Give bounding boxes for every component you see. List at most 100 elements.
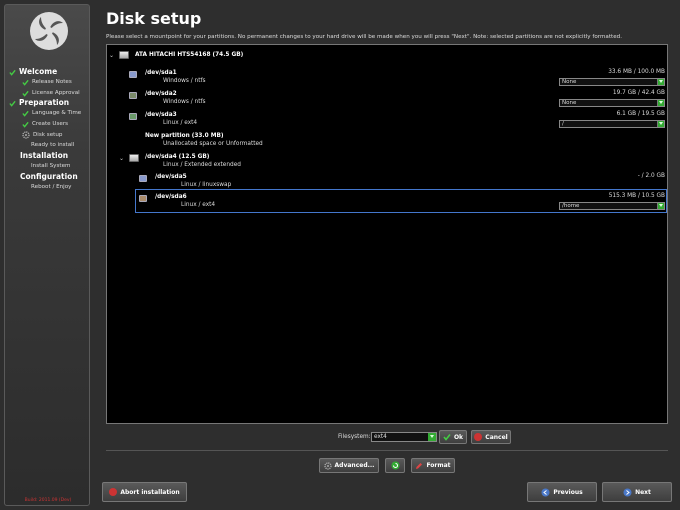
partition-size: - / 2.0 GB	[637, 173, 665, 179]
cancel-icon	[474, 433, 483, 441]
partition-name: /dev/sda4 (12.5 GB)	[145, 154, 210, 160]
step-ready-to-install: Ready to install	[5, 140, 91, 151]
partition-row[interactable]: /dev/sda5 Linux / linuxswap - / 2.0 GB	[107, 171, 667, 191]
partition-name: /dev/sda2	[145, 91, 177, 97]
pencil-icon	[416, 462, 423, 469]
partition-fs: Unallocated space or Unformatted	[163, 141, 263, 147]
next-label: Next	[635, 488, 651, 496]
refresh-icon	[391, 461, 399, 470]
steps-list: Welcome Release Notes License Approval P…	[5, 67, 91, 193]
step-installation: Installation	[5, 151, 91, 161]
partition-fs: Windows / ntfs	[163, 78, 206, 84]
step-label: Create Users	[32, 121, 69, 128]
partition-size: 33.6 MB / 100.0 MB	[608, 69, 665, 75]
step-label: Language & Time	[32, 110, 82, 117]
step-preparation: Preparation	[5, 98, 91, 108]
step-install-system: Install System	[5, 161, 91, 172]
partition-row-selected[interactable]: /dev/sda6 Linux / ext4 515.3 MB / 10.5 G…	[107, 191, 667, 211]
partition-icon	[129, 92, 137, 99]
check-icon	[9, 100, 16, 107]
separator	[106, 450, 668, 451]
previous-button[interactable]: Previous	[527, 482, 597, 502]
check-icon	[22, 79, 29, 86]
partition-size: 6.1 GB / 19.5 GB	[616, 111, 665, 117]
gear-icon	[323, 461, 332, 470]
step-label: Preparation	[19, 98, 70, 108]
mountpoint-value: /	[562, 121, 564, 127]
page-subtitle: Please select a mountpoint for your part…	[106, 34, 622, 40]
partition-fs: Windows / ntfs	[163, 99, 206, 105]
partition-row[interactable]: New partition (33.0 MB) Unallocated spac…	[107, 130, 667, 150]
format-button[interactable]: Format	[411, 458, 455, 473]
mountpoint-select[interactable]: /	[559, 120, 665, 128]
mountpoint-select[interactable]: /home	[559, 202, 665, 210]
partition-icon	[129, 113, 137, 120]
partition-name: New partition (33.0 MB)	[145, 133, 224, 139]
step-label: Release Notes	[32, 79, 72, 85]
partition-row[interactable]: /dev/sda1 Windows / ntfs 33.6 MB / 100.0…	[107, 67, 667, 87]
partition-fs: Linux / ext4	[181, 202, 216, 208]
chevron-down-icon[interactable]	[657, 203, 664, 209]
partition-row[interactable]: /dev/sda2 Windows / ntfs 19.7 GB / 42.4 …	[107, 88, 667, 108]
format-label: Format	[426, 462, 451, 469]
expander-icon[interactable]: ⌄	[119, 155, 124, 162]
previous-label: Previous	[553, 488, 583, 496]
check-icon	[22, 111, 29, 118]
step-label: Configuration	[20, 171, 78, 181]
partition-icon	[129, 71, 137, 78]
step-label: Welcome	[19, 67, 58, 76]
next-button[interactable]: Next	[602, 482, 672, 502]
mountpoint-value: None	[562, 79, 577, 85]
mountpoint-select[interactable]: None	[559, 78, 665, 86]
ok-button[interactable]: Ok	[439, 430, 467, 444]
advanced-button[interactable]: Advanced...	[319, 458, 379, 473]
step-license-approval: License Approval	[5, 88, 91, 99]
partition-fs: Linux / linuxswap	[181, 182, 232, 188]
step-create-users: Create Users	[5, 119, 91, 130]
disk-row[interactable]: ⌄ ATA HITACHI HTS54168 (74.5 GB)	[107, 49, 667, 61]
partition-fs: Linux / ext4	[163, 120, 198, 126]
harddisk-icon	[129, 154, 139, 162]
step-disk-setup: Disk setup	[5, 130, 91, 141]
disk-name: ATA HITACHI HTS54168 (74.5 GB)	[135, 52, 244, 58]
cancel-button[interactable]: Cancel	[471, 430, 511, 444]
step-welcome: Welcome	[5, 67, 91, 77]
check-icon	[443, 434, 451, 441]
partition-name: /dev/sda1	[145, 70, 177, 76]
partition-icon	[139, 175, 147, 182]
partition-row[interactable]: ⌄ /dev/sda4 (12.5 GB) Linux / Extended e…	[107, 151, 667, 171]
arrow-left-icon	[541, 488, 550, 496]
step-release-notes: Release Notes	[5, 77, 91, 88]
harddisk-icon	[119, 51, 129, 59]
check-icon	[22, 121, 29, 128]
abort-label: Abort installation	[120, 488, 180, 496]
step-configuration: Configuration	[5, 172, 91, 182]
filesystem-label: Filesystem:	[338, 434, 371, 440]
build-version: Build: 2011.09 (Dev)	[24, 498, 72, 503]
mountpoint-value: None	[562, 100, 577, 106]
step-label: Installation	[20, 151, 69, 161]
refresh-button[interactable]	[385, 458, 405, 473]
step-reboot: Reboot / Enjoy	[5, 182, 91, 193]
partition-row[interactable]: /dev/sda3 Linux / ext4 6.1 GB / 19.5 GB …	[107, 109, 667, 129]
step-label: License Approval	[32, 89, 80, 96]
chevron-down-icon[interactable]	[657, 121, 664, 127]
abort-installation-button[interactable]: Abort installation	[102, 482, 187, 502]
chevron-down-icon[interactable]	[428, 433, 436, 441]
partition-name: /dev/sda6	[155, 194, 187, 200]
page-title: Disk setup	[106, 9, 202, 28]
filesystem-value: ext4	[374, 434, 387, 440]
partition-tree[interactable]: ⌄ ATA HITACHI HTS54168 (74.5 GB) /dev/sd…	[106, 44, 668, 424]
mountpoint-select[interactable]: None	[559, 99, 665, 107]
abort-icon	[109, 488, 118, 496]
chevron-down-icon[interactable]	[657, 79, 664, 85]
check-icon	[22, 90, 29, 97]
chevron-down-icon[interactable]	[657, 100, 664, 106]
partition-icon	[139, 195, 147, 202]
arrow-right-icon	[623, 488, 632, 496]
step-language-time: Language & Time	[5, 108, 91, 119]
filesystem-select[interactable]: ext4	[371, 432, 437, 442]
partition-name: /dev/sda5	[155, 174, 187, 180]
step-label: Install System	[31, 163, 71, 170]
expander-icon[interactable]: ⌄	[109, 52, 114, 59]
